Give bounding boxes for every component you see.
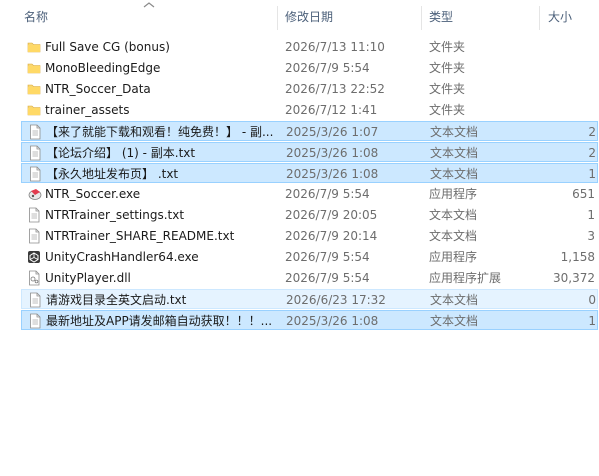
file-row[interactable]: 【永久地址发布页】 .txt 2025/3/26 1:08 文本文档 1	[21, 163, 598, 183]
unity-icon	[27, 247, 43, 267]
file-size: 651	[572, 187, 595, 201]
file-row[interactable]: MonoBleedingEdge 2026/7/9 5:54 文件夹	[21, 58, 598, 78]
file-name: NTR_Soccer_Data	[45, 82, 151, 96]
file-row[interactable]: 【来了就能下载和观看！纯免费！】 - 副... 2025/3/26 1:07 文本文…	[21, 121, 598, 141]
file-size	[541, 58, 595, 78]
column-divider[interactable]	[421, 6, 422, 30]
text-file-icon	[28, 143, 44, 163]
file-type: 文件夹	[429, 103, 466, 117]
file-modified-date: 2025/3/26 1:08	[286, 146, 379, 160]
column-date-header[interactable]: 修改日期	[285, 0, 415, 32]
file-type: 文本文档	[429, 229, 478, 243]
file-size: 2	[588, 125, 596, 139]
file-size	[541, 79, 595, 99]
file-type: 文本文档	[430, 146, 479, 160]
column-header: 名称 修改日期 类型 大小	[0, 0, 599, 32]
column-divider[interactable]	[277, 6, 278, 30]
file-type: 文本文档	[430, 167, 479, 181]
file-row[interactable]: Full Save CG (bonus) 2026/7/13 11:10 文件夹	[21, 37, 598, 57]
file-row[interactable]: UnityPlayer.dll 2026/7/9 5:54 应用程序扩展 30,372	[21, 268, 598, 288]
file-row[interactable]: NTR_Soccer_Data 2026/7/13 22:52 文件夹	[21, 79, 598, 99]
file-size: 3	[587, 229, 595, 243]
file-row[interactable]: trainer_assets 2026/7/12 1:41 文件夹	[21, 100, 598, 120]
file-modified-date: 2026/7/9 5:54	[285, 61, 370, 75]
file-size: 1	[588, 314, 596, 328]
file-row[interactable]: 【论坛介绍】 (1) - 副本.txt 2025/3/26 1:08 文本文档 2	[21, 142, 598, 162]
file-row[interactable]: 最新地址及APP请发邮箱自动获取！！！... 2025/3/26 1:08 文本文档…	[21, 310, 598, 330]
folder-icon	[27, 37, 43, 57]
file-type: 文本文档	[430, 293, 479, 307]
file-row[interactable]: NTR_Soccer.exe 2026/7/9 5:54 应用程序 651	[21, 184, 598, 204]
file-modified-date: 2025/3/26 1:07	[286, 125, 379, 139]
file-name: MonoBleedingEdge	[45, 61, 161, 75]
file-modified-date: 2026/7/9 5:54	[285, 271, 370, 285]
file-modified-date: 2026/6/23 17:32	[286, 293, 386, 307]
file-type: 应用程序	[429, 250, 478, 264]
text-file-icon	[28, 164, 44, 184]
file-name: 【来了就能下载和观看！纯免费！】 - 副...	[46, 125, 274, 139]
file-row[interactable]: UnityCrashHandler64.exe 2026/7/9 5:54 应用程序…	[21, 247, 598, 267]
file-size: 2	[588, 146, 596, 160]
file-modified-date: 2026/7/13 11:10	[285, 40, 385, 54]
file-name: Full Save CG (bonus)	[45, 40, 170, 54]
text-file-icon	[28, 290, 44, 310]
file-type: 文本文档	[430, 314, 479, 328]
column-divider[interactable]	[539, 6, 540, 30]
file-modified-date: 2026/7/9 5:54	[285, 250, 370, 264]
file-modified-date: 2026/7/12 1:41	[285, 103, 378, 117]
file-modified-date: 2026/7/9 20:14	[285, 229, 378, 243]
file-name: 【论坛介绍】 (1) - 副本.txt	[46, 146, 196, 160]
file-row[interactable]: 请游戏目录全英文启动.txt 2026/6/23 17:32 文本文档 0	[21, 289, 598, 309]
file-type: 文本文档	[430, 125, 479, 139]
file-size	[541, 37, 595, 57]
column-size-header[interactable]: 大小	[548, 0, 598, 32]
file-modified-date: 2025/3/26 1:08	[286, 314, 379, 328]
file-modified-date: 2026/7/13 22:52	[285, 82, 385, 96]
file-type: 文件夹	[429, 82, 466, 96]
file-row[interactable]: NTRTrainer_SHARE_README.txt 2026/7/9 20:1…	[21, 226, 598, 246]
file-size: 1	[588, 167, 596, 181]
file-size: 1,158	[560, 250, 595, 264]
dll-file-icon	[27, 268, 43, 288]
text-file-icon	[28, 122, 44, 142]
file-type: 应用程序	[429, 187, 478, 201]
file-type: 文件夹	[429, 61, 466, 75]
file-name: trainer_assets	[45, 103, 130, 117]
folder-icon	[27, 100, 43, 120]
text-file-icon	[27, 226, 43, 246]
file-modified-date: 2025/3/26 1:08	[286, 167, 379, 181]
file-name: 请游戏目录全英文启动.txt	[46, 293, 187, 307]
file-size: 0	[588, 293, 596, 307]
file-row[interactable]: NTRTrainer_settings.txt 2026/7/9 20:05 文本文…	[21, 205, 598, 225]
file-name: UnityPlayer.dll	[45, 271, 131, 285]
file-type: 应用程序扩展	[429, 271, 502, 285]
file-name: NTRTrainer_SHARE_README.txt	[45, 229, 235, 243]
folder-icon	[27, 58, 43, 78]
chevron-up-icon	[142, 0, 156, 10]
file-name: UnityCrashHandler64.exe	[45, 250, 199, 264]
file-name: 最新地址及APP请发邮箱自动获取！！！...	[46, 314, 273, 328]
file-name: NTRTrainer_settings.txt	[45, 208, 185, 222]
text-file-icon	[27, 205, 43, 225]
file-modified-date: 2026/7/9 20:05	[285, 208, 378, 222]
app-exe-icon	[27, 184, 43, 204]
file-size	[541, 100, 595, 120]
text-file-icon	[28, 311, 44, 331]
column-type-header[interactable]: 类型	[429, 0, 529, 32]
file-name: 【永久地址发布页】 .txt	[46, 167, 179, 181]
file-type: 文件夹	[429, 40, 466, 54]
file-size: 30,372	[553, 271, 595, 285]
file-type: 文本文档	[429, 208, 478, 222]
file-size: 1	[587, 208, 595, 222]
folder-icon	[27, 79, 43, 99]
file-name: NTR_Soccer.exe	[45, 187, 141, 201]
file-modified-date: 2026/7/9 5:54	[285, 187, 370, 201]
